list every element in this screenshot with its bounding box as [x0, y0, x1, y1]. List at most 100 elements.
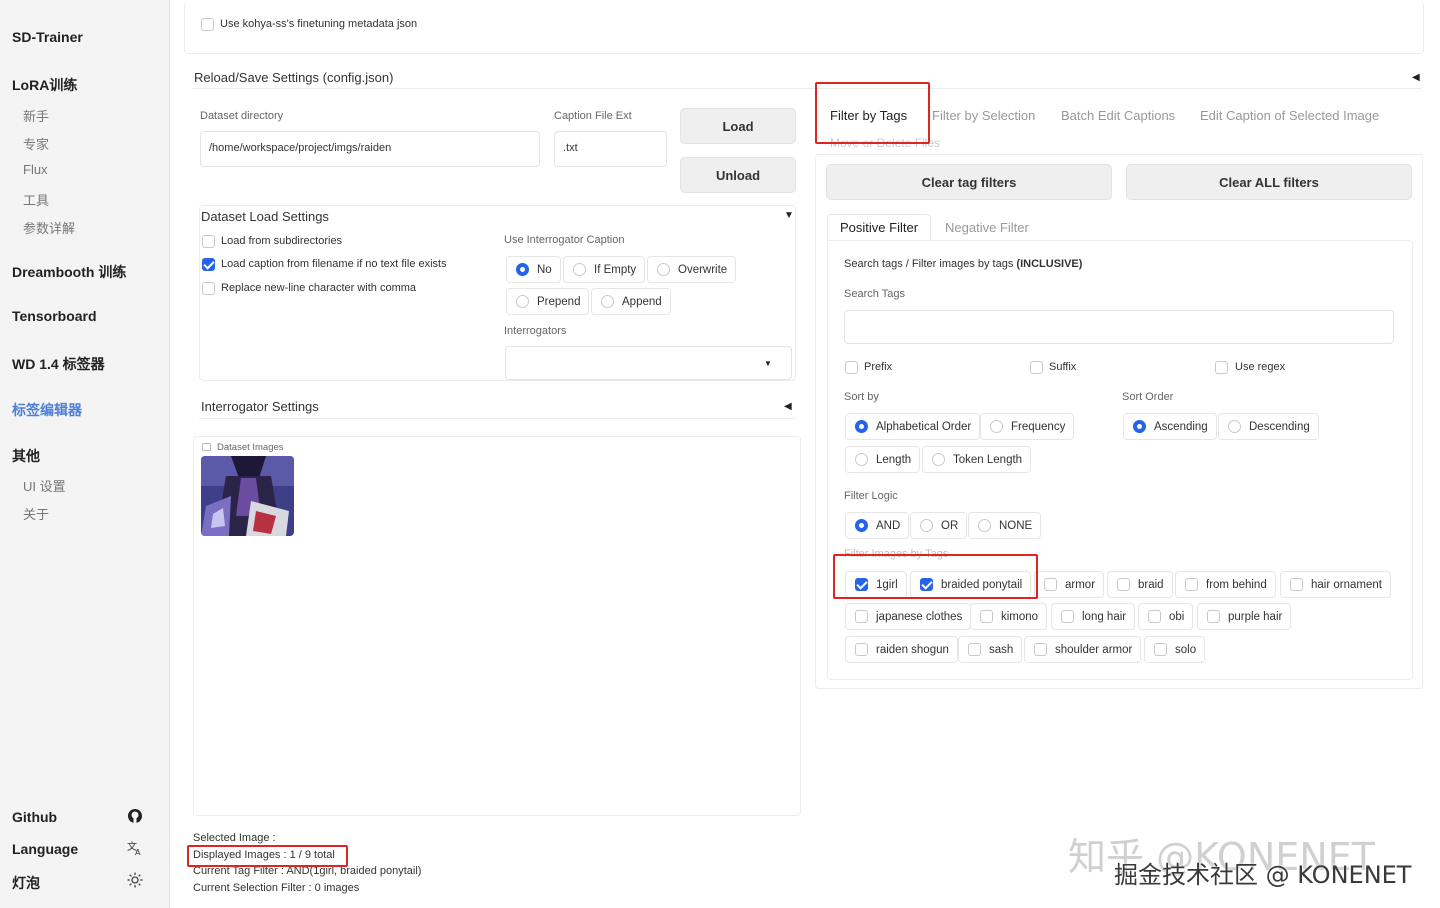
interrogators-dropdown[interactable]: [505, 346, 792, 380]
interrogator-settings-title[interactable]: Interrogator Settings: [201, 399, 319, 414]
dataset-load-settings-title[interactable]: Dataset Load Settings: [201, 209, 329, 224]
dropdown-arrow-icon[interactable]: ▼: [764, 359, 772, 368]
collapse-down-icon[interactable]: ▼: [784, 210, 794, 221]
load-subdirs-checkbox[interactable]: [202, 235, 215, 248]
clear-all-filters-button[interactable]: Clear ALL filters: [1126, 164, 1412, 200]
dataset-dir-input[interactable]: /home/workspace/project/imgs/raiden: [200, 131, 540, 167]
reload-save-title[interactable]: Reload/Save Settings (config.json): [194, 70, 393, 85]
radio-icon: [1228, 420, 1241, 433]
tag-solo[interactable]: solo: [1144, 636, 1206, 663]
tag-purple-hair[interactable]: purple hair: [1197, 603, 1292, 630]
tag-sash[interactable]: sash: [958, 636, 1023, 663]
sort-frequency[interactable]: Frequency: [980, 413, 1075, 440]
tag-japanese-clothes[interactable]: japanese clothes: [845, 603, 972, 630]
load-button[interactable]: Load: [680, 108, 796, 144]
load-subdirs-label: Load from subdirectories: [221, 235, 343, 247]
radio-icon: [516, 295, 529, 308]
tag-armor[interactable]: armor: [1034, 571, 1105, 598]
sidebar-item-tag-editor[interactable]: 标签编辑器: [12, 400, 82, 420]
sidebar-item-github[interactable]: Github: [12, 809, 57, 825]
tag-hair-ornament[interactable]: hair ornament: [1280, 571, 1391, 598]
tag-braid[interactable]: braid: [1107, 571, 1173, 598]
sort-alphabetical[interactable]: Alphabetical Order: [845, 413, 981, 440]
sort-by-label: Sort by: [844, 391, 879, 403]
unload-button[interactable]: Unload: [680, 157, 796, 193]
tab-negative-filter[interactable]: Negative Filter: [945, 220, 1029, 235]
tag-from-behind[interactable]: from behind: [1175, 571, 1276, 598]
search-tags-input[interactable]: [844, 310, 1394, 344]
github-icon[interactable]: [127, 808, 143, 824]
sort-ascending[interactable]: Ascending: [1123, 413, 1217, 440]
sidebar-item-tensorboard[interactable]: Tensorboard: [12, 308, 97, 324]
suffix-checkbox[interactable]: [1030, 361, 1043, 374]
sidebar-header-other[interactable]: 其他: [12, 446, 40, 466]
interrogator-option-overwrite[interactable]: Overwrite: [647, 256, 737, 283]
kohya-metadata-checkbox[interactable]: [201, 18, 214, 31]
interrogator-option-prepend[interactable]: Prepend: [506, 288, 590, 315]
tag-kimono[interactable]: kimono: [970, 603, 1048, 630]
main-content: Use kohya-ss's finetuning metadata json …: [170, 0, 1440, 908]
app-title[interactable]: SD-Trainer: [12, 29, 83, 45]
prefix-checkbox[interactable]: [845, 361, 858, 374]
clear-tag-filters-button[interactable]: Clear tag filters: [826, 164, 1112, 200]
use-regex-checkbox[interactable]: [1215, 361, 1228, 374]
sidebar-item-lightbulb[interactable]: 灯泡: [12, 873, 40, 893]
tag-shoulder-armor[interactable]: shoulder armor: [1024, 636, 1142, 663]
interrogator-option-no[interactable]: No: [506, 256, 561, 283]
tag-obi[interactable]: obi: [1138, 603, 1194, 630]
logic-or[interactable]: OR: [910, 512, 968, 539]
replace-newline-checkbox[interactable]: [202, 282, 215, 295]
sidebar-item-about[interactable]: 关于: [23, 504, 49, 523]
sidebar-item-beginner[interactable]: 新手: [23, 106, 49, 125]
sidebar-item-ui-settings[interactable]: UI 设置: [23, 476, 66, 495]
search-heading: Search tags / Filter images by tags (INC…: [844, 258, 1082, 270]
sort-descending[interactable]: Descending: [1218, 413, 1319, 440]
option-label: Token Length: [953, 453, 1023, 466]
tag-label: raiden shogun: [876, 643, 949, 656]
tag-label: armor: [1065, 578, 1096, 591]
sort-length[interactable]: Length: [845, 446, 921, 473]
option-label: If Empty: [594, 263, 637, 276]
tag-label: sash: [989, 643, 1014, 656]
logic-and[interactable]: AND: [845, 512, 910, 539]
dataset-thumbnail[interactable]: [201, 456, 294, 536]
sort-token-length[interactable]: Token Length: [922, 446, 1032, 473]
tab-edit-caption-selected[interactable]: Edit Caption of Selected Image: [1200, 108, 1379, 123]
option-label: No: [537, 263, 552, 276]
tab-batch-edit-captions[interactable]: Batch Edit Captions: [1061, 108, 1175, 123]
svg-text:A: A: [135, 848, 141, 856]
caption-from-filename-checkbox[interactable]: [202, 258, 215, 271]
sidebar-item-tools[interactable]: 工具: [23, 190, 49, 209]
checkbox-icon: [980, 610, 993, 623]
sun-icon[interactable]: [127, 872, 143, 888]
collapse-left-icon[interactable]: ◀: [784, 401, 792, 412]
tag-label: hair ornament: [1311, 578, 1382, 591]
option-label: OR: [941, 519, 959, 532]
checkbox-icon: [1061, 610, 1074, 623]
sidebar-item-wd-tagger[interactable]: WD 1.4 标签器: [12, 354, 105, 374]
caption-ext-input[interactable]: .txt: [554, 131, 667, 167]
sidebar-header-lora[interactable]: LoRA训练: [12, 75, 77, 95]
collapse-left-icon[interactable]: ◀: [1412, 72, 1420, 83]
sidebar-item-language[interactable]: Language: [12, 841, 78, 857]
interrogator-option-append[interactable]: Append: [591, 288, 671, 315]
tag-long-hair[interactable]: long hair: [1051, 603, 1136, 630]
tab-filter-by-selection[interactable]: Filter by Selection: [932, 108, 1035, 123]
sidebar-item-params[interactable]: 参数详解: [23, 218, 75, 237]
checkbox-icon: [1034, 643, 1047, 656]
filter-logic-label: Filter Logic: [844, 490, 898, 502]
checkbox-icon: [855, 643, 868, 656]
logic-none[interactable]: NONE: [968, 512, 1042, 539]
tab-positive-filter[interactable]: Positive Filter: [840, 220, 918, 235]
checkbox-icon: [1148, 610, 1161, 623]
sidebar-item-flux[interactable]: Flux: [23, 162, 48, 177]
translate-icon[interactable]: 文A: [127, 840, 143, 856]
radio-icon: [1133, 420, 1146, 433]
caption-from-filename-label: Load caption from filename if no text fi…: [221, 258, 447, 270]
tag-raiden-shogun[interactable]: raiden shogun: [845, 636, 958, 663]
highlight-box: [187, 845, 348, 867]
sidebar-item-dreambooth[interactable]: Dreambooth 训练: [12, 262, 126, 282]
interrogator-option-if-empty[interactable]: If Empty: [563, 256, 646, 283]
option-label: Descending: [1249, 420, 1310, 433]
sidebar-item-expert[interactable]: 专家: [23, 134, 49, 153]
